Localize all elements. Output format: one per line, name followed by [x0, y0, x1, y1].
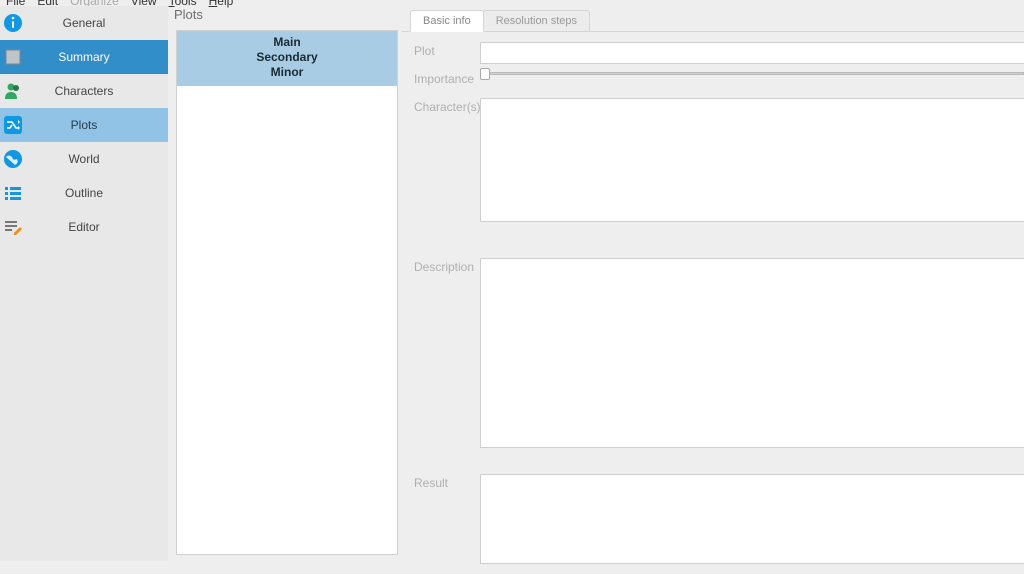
person-icon — [2, 80, 24, 102]
plot-label: Plot — [414, 42, 480, 58]
shuffle-icon — [2, 114, 24, 136]
plot-cat-secondary[interactable]: Secondary — [177, 50, 397, 65]
nav-characters[interactable]: Characters — [0, 74, 168, 108]
plot-cat-minor[interactable]: Minor — [177, 65, 397, 80]
plot-cat-main[interactable]: Main — [177, 35, 397, 50]
panel-title: Plots — [170, 6, 402, 26]
nav-label: Editor — [0, 220, 168, 234]
nav-world[interactable]: World — [0, 142, 168, 176]
plot-input[interactable] — [480, 42, 1024, 64]
doc-icon — [2, 46, 24, 68]
nav-label: Summary — [0, 50, 168, 64]
plots-panel: Plots Main Secondary Minor — [168, 6, 402, 561]
tab-body: Plot Importance Character(s) Description — [402, 31, 1024, 574]
nav-label: Outline — [0, 186, 168, 200]
list-icon — [2, 182, 24, 204]
nav-plots[interactable]: Plots — [0, 108, 168, 142]
importance-label: Importance — [414, 70, 480, 86]
description-input[interactable] — [480, 258, 1024, 448]
nav-editor[interactable]: Editor — [0, 210, 168, 244]
nav-outline[interactable]: Outline — [0, 176, 168, 210]
nav-label: General — [0, 16, 168, 30]
nav-label: Characters — [0, 84, 168, 98]
nav-label: World — [0, 152, 168, 166]
details-panel: Basic info Resolution steps Plot Importa… — [402, 6, 1024, 561]
nav-general[interactable]: General — [0, 6, 168, 40]
tab-basic-info[interactable]: Basic info — [410, 10, 484, 32]
globe-icon — [2, 148, 24, 170]
edit-icon — [2, 216, 24, 238]
plot-categories-header: Main Secondary Minor — [177, 31, 397, 86]
result-label: Result — [414, 474, 480, 490]
tabs: Basic info Resolution steps — [410, 10, 1024, 32]
characters-input[interactable] — [480, 98, 1024, 222]
sidebar: General Summary Characters Plots World — [0, 6, 168, 561]
result-input[interactable] — [480, 474, 1024, 564]
importance-slider[interactable] — [480, 70, 1024, 75]
plot-list[interactable]: Main Secondary Minor — [176, 30, 398, 555]
nav-summary[interactable]: Summary — [0, 40, 168, 74]
info-icon — [2, 12, 24, 34]
description-label: Description — [414, 258, 480, 274]
nav-label: Plots — [0, 118, 168, 132]
tab-resolution-steps[interactable]: Resolution steps — [483, 10, 590, 32]
characters-label: Character(s) — [414, 98, 480, 114]
